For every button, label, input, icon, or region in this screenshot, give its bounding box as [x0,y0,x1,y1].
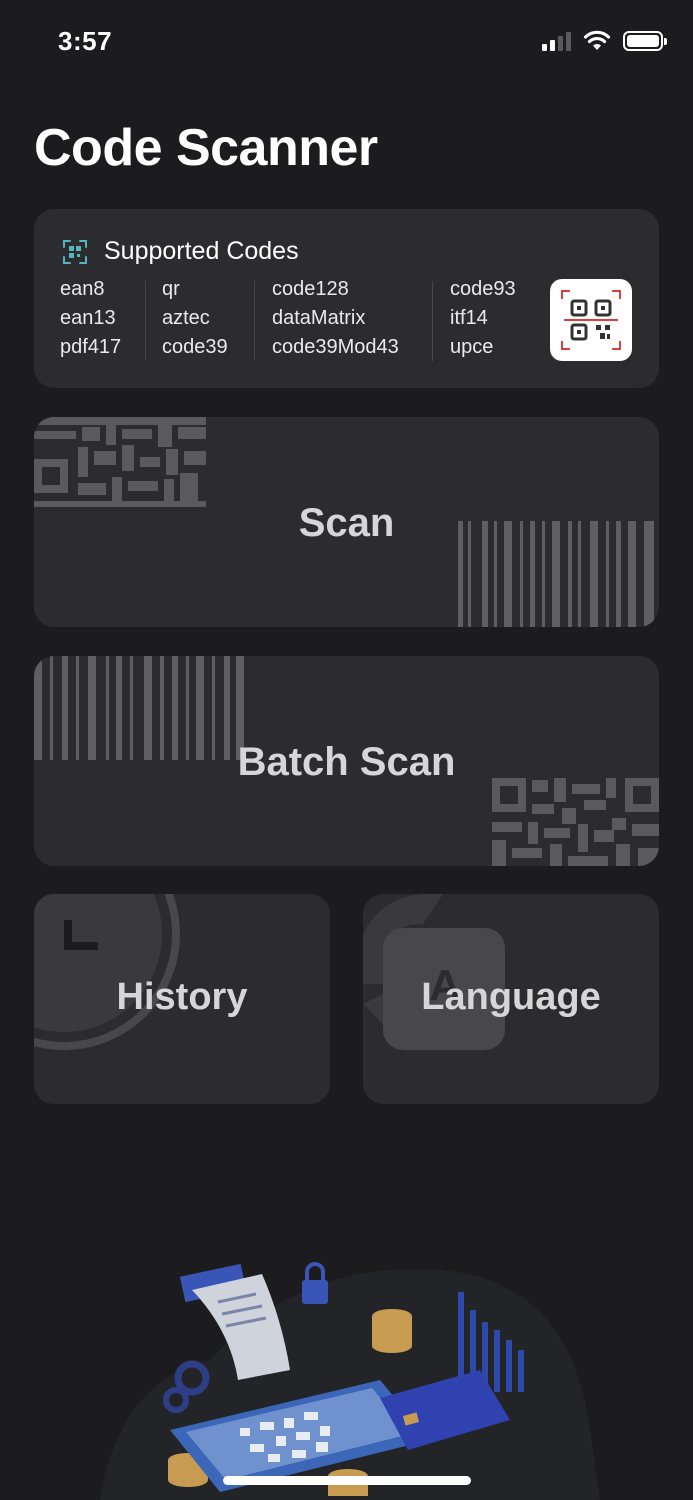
lock-icon [302,1280,328,1304]
status-bar: 3:57 [0,0,693,84]
code-type: dataMatrix [272,307,366,329]
wifi-icon [583,30,611,50]
cellular-signal-icon [542,31,571,51]
code-type: itf14 [450,307,488,329]
code-type: code39 [162,336,228,358]
coin-stack-icon [372,1309,412,1353]
scan-label: Scan [298,501,395,545]
code-column-3: code128 dataMatrix code39Mod43 [272,277,399,360]
home-indicator [223,1476,471,1485]
code-column-2: qr aztec code39 [162,277,228,360]
code-type: ean8 [60,278,105,300]
code-column-1: ean8 ean13 pdf417 [60,277,121,360]
language-label: Language [421,976,601,1018]
code-type: upce [450,336,494,358]
code-type: ean13 [60,307,116,329]
supported-codes-card: Supported Codes ean8 ean13 pdf417 qr azt… [34,209,659,388]
column-divider [432,281,433,361]
supported-codes-title: Supported Codes [104,237,299,265]
payment-illustration [100,1230,600,1500]
qr-code-icon [550,279,632,361]
column-divider [145,281,146,361]
qr-pattern-decoration [34,417,206,507]
code-type: code93 [450,278,516,300]
history-button[interactable]: History [34,894,330,1104]
status-icons [542,30,667,52]
batch-scan-button[interactable]: Batch Scan [34,656,659,866]
code-type: pdf417 [60,336,122,358]
page-title: Code Scanner [34,119,378,177]
scan-button[interactable]: Scan [34,417,659,627]
qr-pattern-decoration [492,778,659,866]
status-time: 3:57 [58,26,113,56]
clock-icon [34,894,180,1050]
code-column-4: code93 itf14 upce [450,277,516,360]
language-button[interactable]: A Language [363,894,659,1104]
code-type: code39Mod43 [272,336,399,358]
code-type: code128 [272,278,349,300]
supported-codes-header: Supported Codes [62,237,299,266]
battery-icon [623,31,667,51]
qr-scan-icon [63,239,87,264]
code-type: qr [162,278,180,300]
history-label: History [116,976,248,1018]
column-divider [254,281,255,361]
code-type: aztec [162,307,210,329]
batch-scan-label: Batch Scan [237,740,456,784]
